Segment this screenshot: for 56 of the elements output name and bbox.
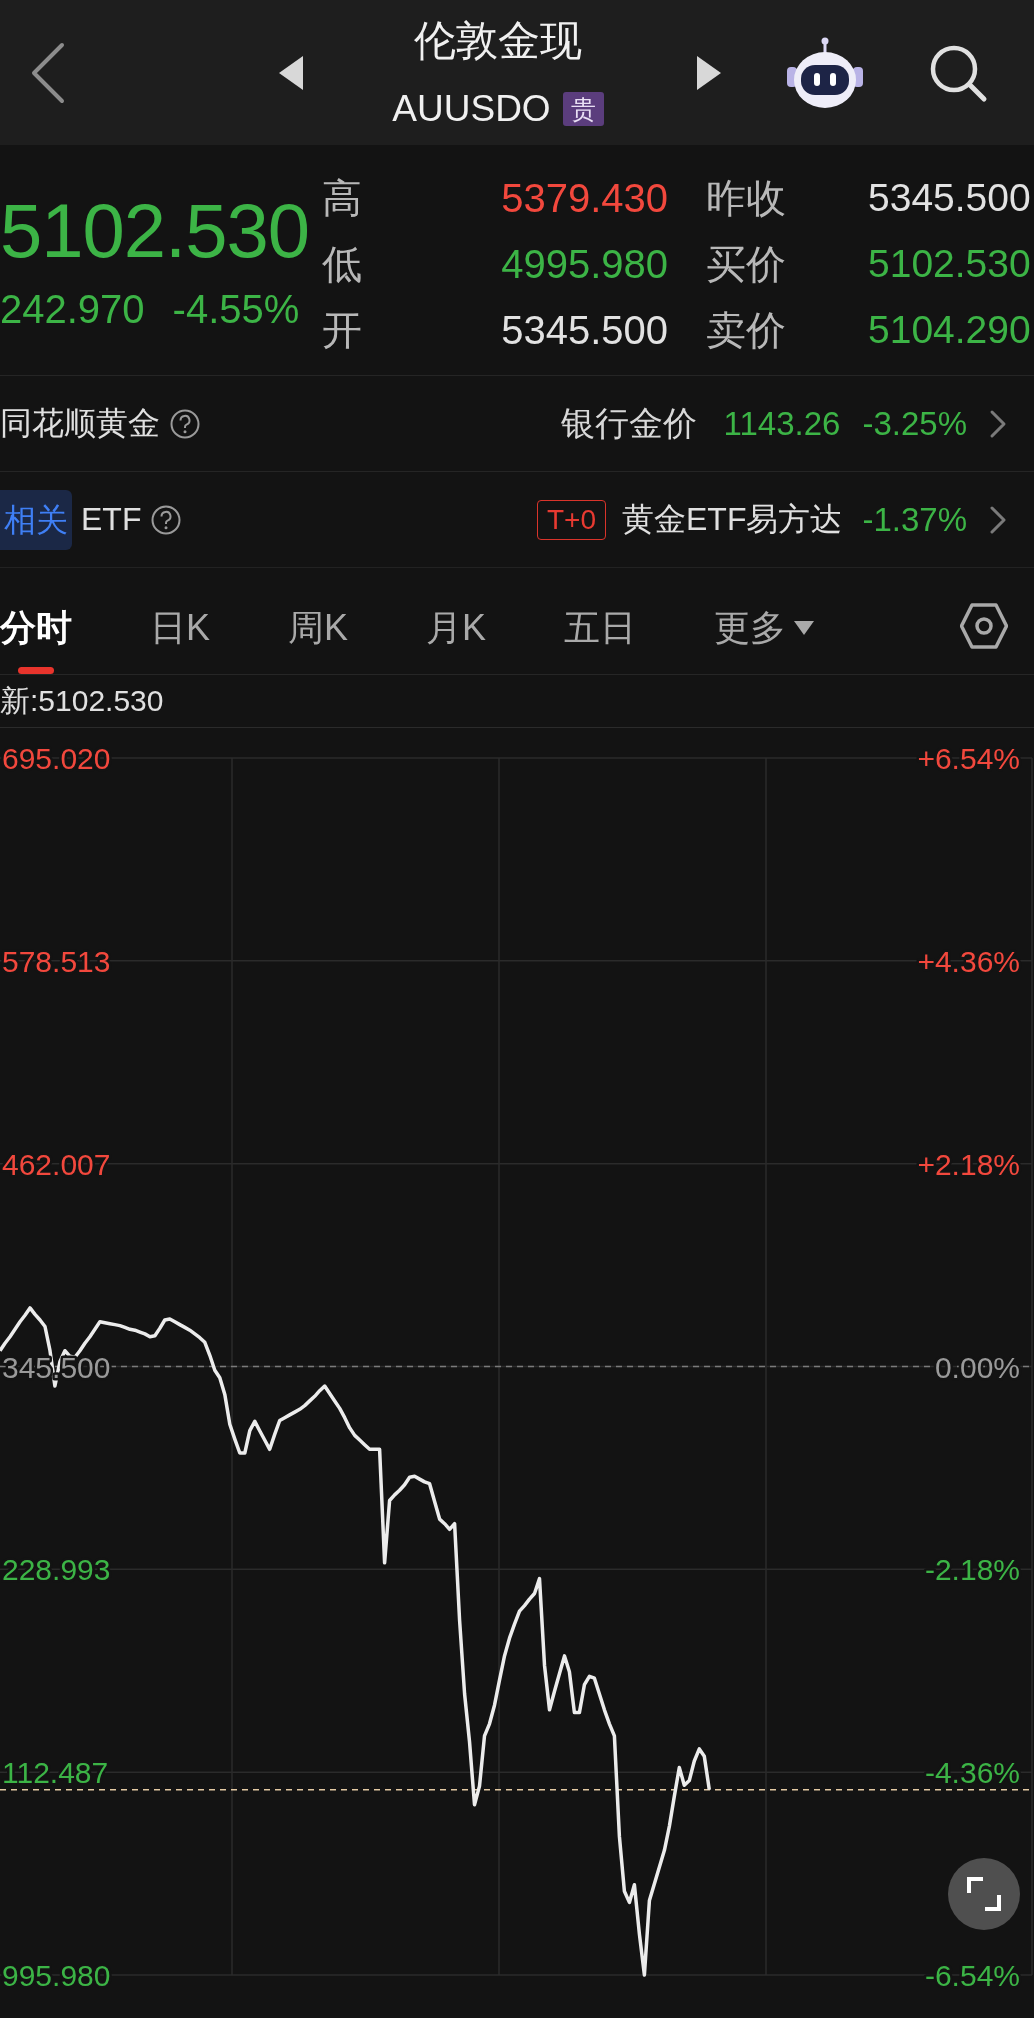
stat-value: 5104.290 xyxy=(868,307,1031,353)
percent-axis-label: +2.18% xyxy=(917,1147,1020,1181)
fund-name: 黄金ETF易方达 xyxy=(622,499,843,539)
row-title: 同花顺黄金 xyxy=(0,403,160,443)
percent-axis-label: 0.00% xyxy=(934,1350,1020,1384)
bank-price-label: 银行金价 xyxy=(560,402,697,444)
stat-label: 昨收 xyxy=(706,175,786,221)
right-arrow-icon[interactable] xyxy=(697,55,721,90)
expand-icon xyxy=(967,1877,1001,1911)
row-title: ETF xyxy=(81,501,142,538)
robot-icon[interactable] xyxy=(785,36,865,109)
percent-axis-label: -4.36% xyxy=(924,1756,1020,1790)
last-price: 5102.530 xyxy=(0,193,309,269)
stat-label: 高 xyxy=(322,175,362,221)
chart-tab[interactable]: 日K xyxy=(150,568,210,674)
price-axis-label: 578.513 xyxy=(2,944,111,978)
fund-change: -1.37% xyxy=(862,500,967,539)
latest-price: 新:5102.530 xyxy=(0,682,164,719)
percent-axis-label: -6.54% xyxy=(924,1959,1020,1992)
stat-value: 5345.500 xyxy=(501,307,668,353)
price-change: 242.970 xyxy=(0,289,145,329)
stat-label: 开 xyxy=(322,307,362,353)
trading-tag: T+0 xyxy=(536,499,606,540)
category-tag: 贵 xyxy=(562,92,604,126)
price-axis-label: 695.020 xyxy=(2,742,111,775)
stat-value: 5345.500 xyxy=(868,175,1031,221)
stat-value: 5379.430 xyxy=(501,175,668,221)
stat-value: 5102.530 xyxy=(868,241,1031,287)
price-axis-label: 112.487 xyxy=(2,1756,109,1790)
percent-change: -4.55% xyxy=(172,289,300,329)
help-icon[interactable] xyxy=(151,504,182,535)
bank-price-change: -3.25% xyxy=(862,404,967,443)
chevron-icon[interactable] xyxy=(989,504,1007,535)
left-arrow-icon[interactable] xyxy=(279,55,303,90)
instrument-title: 伦敦金现 xyxy=(414,16,582,66)
chevron-icon[interactable] xyxy=(989,408,1007,439)
stat-label: 卖价 xyxy=(706,307,786,353)
stat-value: 4995.980 xyxy=(501,241,668,287)
help-icon[interactable] xyxy=(170,408,200,439)
caret-icon xyxy=(794,621,815,635)
stat-label: 低 xyxy=(322,241,362,287)
chart-tab[interactable]: 月K xyxy=(426,568,487,674)
chart-tab[interactable]: 周K xyxy=(288,568,349,674)
related-tag: 相关 xyxy=(0,489,72,550)
price-axis-label: 228.993 xyxy=(2,1553,111,1587)
price-axis-label: 995.980 xyxy=(2,1959,111,1992)
percent-axis-label: -2.18% xyxy=(924,1553,1020,1587)
percent-axis-label: +6.54% xyxy=(917,742,1020,775)
price-axis-label: 462.007 xyxy=(2,1147,111,1181)
percent-axis-label: +4.36% xyxy=(917,944,1020,978)
stat-label: 买价 xyxy=(706,241,786,287)
more-menu-tab[interactable]: 更多 xyxy=(714,568,815,674)
instrument-code: AUUSDO xyxy=(392,89,551,129)
settings-icon[interactable] xyxy=(960,603,1008,649)
chart-tab[interactable]: 五日 xyxy=(564,568,637,674)
bank-price-value: 1143.26 xyxy=(723,404,841,443)
